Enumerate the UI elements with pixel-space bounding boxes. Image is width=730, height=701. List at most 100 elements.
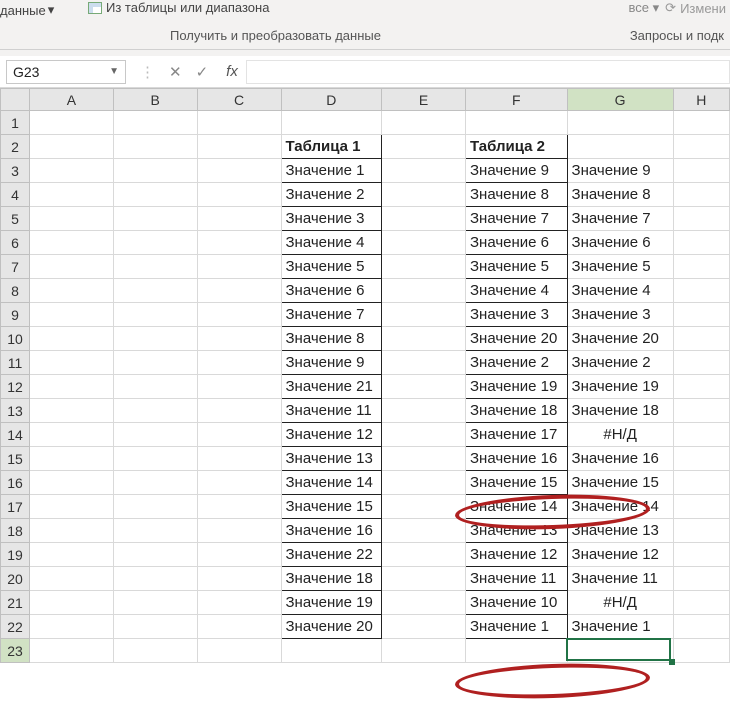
cell-B1[interactable] [113,111,197,135]
cell-H4[interactable] [673,183,729,207]
cell-B18[interactable] [113,519,197,543]
cell-E22[interactable] [382,615,466,639]
cell-D22[interactable]: Значение 20 [281,615,382,639]
formula-input[interactable] [246,60,730,84]
cell-H15[interactable] [673,447,729,471]
cell-F18[interactable]: Значение 13 [465,519,567,543]
cell-E10[interactable] [382,327,466,351]
row-header-22[interactable]: 22 [1,615,30,639]
cell-F9[interactable]: Значение 3 [465,303,567,327]
cell-E3[interactable] [382,159,466,183]
column-header-C[interactable]: C [197,89,281,111]
cell-A13[interactable] [29,399,113,423]
cell-E8[interactable] [382,279,466,303]
row-header-19[interactable]: 19 [1,543,30,567]
cell-F1[interactable] [465,111,567,135]
cell-B3[interactable] [113,159,197,183]
row-header-23[interactable]: 23 [1,639,30,663]
cell-E23[interactable] [382,639,466,663]
cell-E2[interactable] [382,135,466,159]
cell-A4[interactable] [29,183,113,207]
cell-E4[interactable] [382,183,466,207]
cell-E16[interactable] [382,471,466,495]
row-header-21[interactable]: 21 [1,591,30,615]
fx-icon[interactable]: fx [226,63,238,80]
cell-G16[interactable]: Значение 15 [567,471,673,495]
cell-G4[interactable]: Значение 8 [567,183,673,207]
accept-formula-icon[interactable]: ✓ [196,63,209,81]
cell-G15[interactable]: Значение 16 [567,447,673,471]
cell-F5[interactable]: Значение 7 [465,207,567,231]
row-header-17[interactable]: 17 [1,495,30,519]
cell-C11[interactable] [197,351,281,375]
cell-E7[interactable] [382,255,466,279]
cell-G10[interactable]: Значение 20 [567,327,673,351]
cell-C20[interactable] [197,567,281,591]
row-header-13[interactable]: 13 [1,399,30,423]
cell-A23[interactable] [29,639,113,663]
cell-H8[interactable] [673,279,729,303]
cell-G6[interactable]: Значение 6 [567,231,673,255]
row-header-6[interactable]: 6 [1,231,30,255]
cell-F2[interactable]: Таблица 2 [465,135,567,159]
cell-B4[interactable] [113,183,197,207]
cell-C9[interactable] [197,303,281,327]
cell-H10[interactable] [673,327,729,351]
cell-G5[interactable]: Значение 7 [567,207,673,231]
cell-G11[interactable]: Значение 2 [567,351,673,375]
cell-E19[interactable] [382,543,466,567]
cell-G3[interactable]: Значение 9 [567,159,673,183]
cell-D10[interactable]: Значение 8 [281,327,382,351]
cell-D17[interactable]: Значение 15 [281,495,382,519]
cell-H12[interactable] [673,375,729,399]
cell-B14[interactable] [113,423,197,447]
cell-H2[interactable] [673,135,729,159]
cell-F11[interactable]: Значение 2 [465,351,567,375]
cell-B12[interactable] [113,375,197,399]
cell-A10[interactable] [29,327,113,351]
cell-F6[interactable]: Значение 6 [465,231,567,255]
cell-C5[interactable] [197,207,281,231]
cell-G23[interactable] [567,639,673,663]
cell-A22[interactable] [29,615,113,639]
cell-C16[interactable] [197,471,281,495]
row-header-12[interactable]: 12 [1,375,30,399]
cell-H20[interactable] [673,567,729,591]
row-header-11[interactable]: 11 [1,351,30,375]
cell-G17[interactable]: Значение 14 [567,495,673,519]
cell-G2[interactable] [567,135,673,159]
cell-B21[interactable] [113,591,197,615]
cell-H3[interactable] [673,159,729,183]
cell-D2[interactable]: Таблица 1 [281,135,382,159]
cell-A3[interactable] [29,159,113,183]
cell-F13[interactable]: Значение 18 [465,399,567,423]
cell-F23[interactable] [465,639,567,663]
column-header-E[interactable]: E [382,89,466,111]
cell-F15[interactable]: Значение 16 [465,447,567,471]
cell-E5[interactable] [382,207,466,231]
cell-A19[interactable] [29,543,113,567]
column-header-H[interactable]: H [673,89,729,111]
cell-A15[interactable] [29,447,113,471]
cell-C2[interactable] [197,135,281,159]
cell-A2[interactable] [29,135,113,159]
cell-F16[interactable]: Значение 15 [465,471,567,495]
cell-G8[interactable]: Значение 4 [567,279,673,303]
column-header-A[interactable]: A [29,89,113,111]
cell-F12[interactable]: Значение 19 [465,375,567,399]
row-header-1[interactable]: 1 [1,111,30,135]
cell-G19[interactable]: Значение 12 [567,543,673,567]
cell-B16[interactable] [113,471,197,495]
cell-A17[interactable] [29,495,113,519]
cell-F22[interactable]: Значение 1 [465,615,567,639]
column-header-B[interactable]: B [113,89,197,111]
cell-E14[interactable] [382,423,466,447]
cell-E17[interactable] [382,495,466,519]
cell-A5[interactable] [29,207,113,231]
row-header-15[interactable]: 15 [1,447,30,471]
cell-D11[interactable]: Значение 9 [281,351,382,375]
cell-F19[interactable]: Значение 12 [465,543,567,567]
row-header-7[interactable]: 7 [1,255,30,279]
cell-H5[interactable] [673,207,729,231]
cell-D3[interactable]: Значение 1 [281,159,382,183]
